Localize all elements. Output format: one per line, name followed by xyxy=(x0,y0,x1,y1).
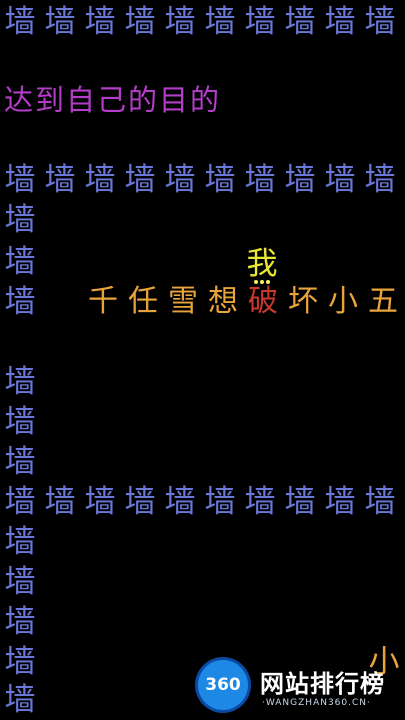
sentence-char: 想 xyxy=(208,284,238,319)
wall-tile: 墙 xyxy=(4,682,36,718)
wall-tile: 墙 xyxy=(244,4,276,40)
360-logo-icon: 360 xyxy=(198,660,248,710)
sentence-char: 小 xyxy=(328,284,358,319)
wall-tile: 墙 xyxy=(4,644,36,680)
wall-tile: 墙 xyxy=(204,162,236,198)
wall-tile: 墙 xyxy=(4,604,36,640)
wall-tile: 墙 xyxy=(84,4,116,40)
wall-tile: 墙 xyxy=(244,484,276,520)
middle-wall-row: 墙 墙 墙 墙 墙 墙 墙 墙 墙 墙 xyxy=(0,160,405,200)
watermark-title: 网站排行榜 xyxy=(260,670,385,698)
top-wall-row: 墙 墙 墙 墙 墙 墙 墙 墙 墙 墙 xyxy=(0,2,405,42)
wall-tile: 墙 xyxy=(4,244,36,280)
wall-tile: 墙 xyxy=(44,484,76,520)
player-character[interactable]: 我 xyxy=(242,244,282,284)
wall-tile: 墙 xyxy=(84,484,116,520)
wall-tile: 墙 xyxy=(4,564,36,600)
wall-tile: 墙 xyxy=(364,162,396,198)
sentence-char: 任 xyxy=(128,284,158,319)
wall-tile: 墙 xyxy=(204,484,236,520)
wall-tile: 墙 xyxy=(44,4,76,40)
wall-tile: 墙 xyxy=(44,162,76,198)
wall-tile: 墙 xyxy=(4,284,36,320)
wall-tile: 墙 xyxy=(324,484,356,520)
sentence-char: 坏 xyxy=(288,284,318,319)
wall-tile: 墙 xyxy=(4,484,36,520)
wall-tile: 墙 xyxy=(124,162,156,198)
goal-text: 达到自己的目的 xyxy=(4,83,222,117)
wall-tile: 墙 xyxy=(284,162,316,198)
wall-tile: 墙 xyxy=(244,162,276,198)
break-char[interactable]: 破 xyxy=(243,282,283,322)
wall-tile: 墙 xyxy=(84,162,116,198)
wall-tile: 墙 xyxy=(364,484,396,520)
wall-tile: 墙 xyxy=(324,4,356,40)
sentence-char: 千 xyxy=(88,284,118,319)
wall-tile: 墙 xyxy=(164,4,196,40)
wall-tile: 墙 xyxy=(4,524,36,560)
wall-tile: 墙 xyxy=(284,4,316,40)
wall-tile: 墙 xyxy=(164,162,196,198)
wall-tile: 墙 xyxy=(324,162,356,198)
watermark: 360 网站排行榜 ·WANGZHAN360.CN· xyxy=(194,658,404,716)
wall-tile: 墙 xyxy=(4,4,36,40)
sentence-char: 五 xyxy=(368,284,398,319)
wall-tile: 墙 xyxy=(284,484,316,520)
wall-tile: 墙 xyxy=(124,4,156,40)
sentence-row: 千 任 雪 想 破 坏 小 五 xyxy=(83,282,405,322)
wall-tile: 墙 xyxy=(164,484,196,520)
wall-tile: 墙 xyxy=(4,364,36,400)
wall-tile: 墙 xyxy=(4,444,36,480)
wall-tile: 墙 xyxy=(4,404,36,440)
lower-wall-row: 墙 墙 墙 墙 墙 墙 墙 墙 墙 墙 xyxy=(0,482,405,522)
wall-tile: 墙 xyxy=(4,202,36,238)
sentence-char: 雪 xyxy=(168,284,198,319)
wall-tile: 墙 xyxy=(204,4,236,40)
wall-tile: 墙 xyxy=(364,4,396,40)
watermark-subtitle: ·WANGZHAN360.CN· xyxy=(262,698,371,708)
wall-tile: 墙 xyxy=(4,162,36,198)
wall-tile: 墙 xyxy=(124,484,156,520)
